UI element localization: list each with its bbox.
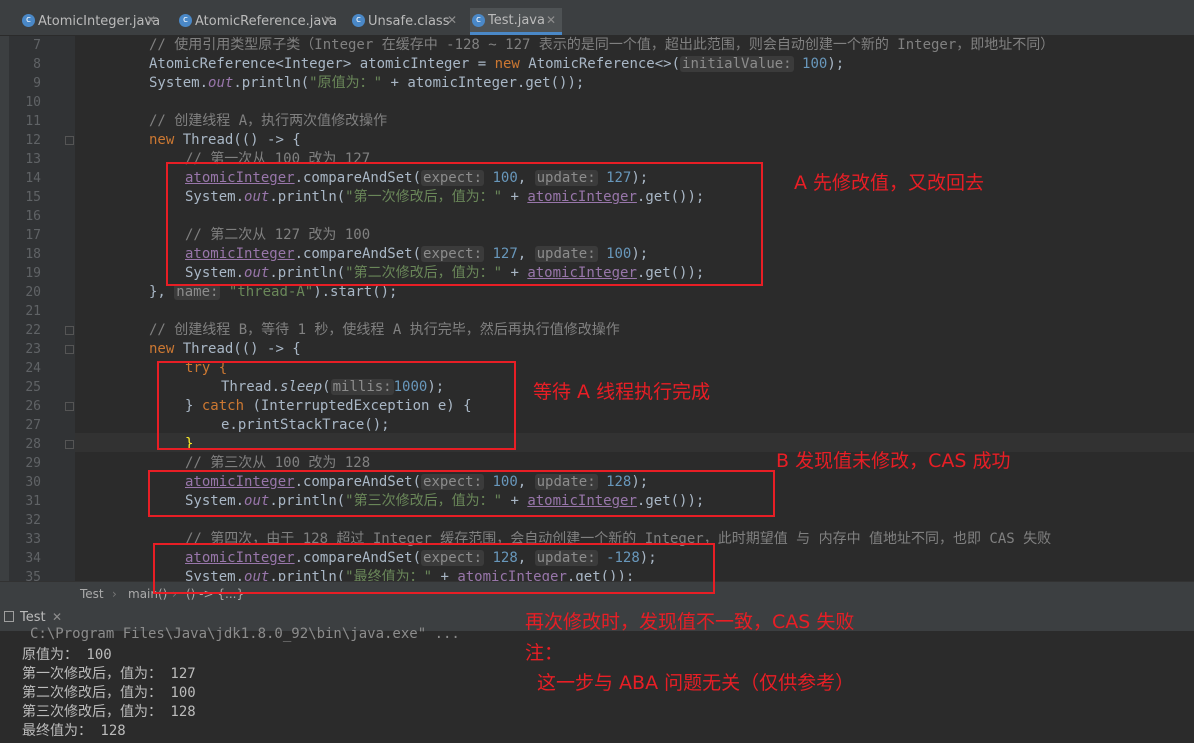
line-number: 27 xyxy=(25,418,41,433)
line-number: 7 xyxy=(33,38,41,53)
annotation-box-b xyxy=(148,470,775,517)
line-number-gutter: 7 8 9 10 11 12 13 14 15 16 17 18 19 20 2… xyxy=(9,36,75,585)
code-line-7: // 使用引用类型原子类（Integer 在缓存中 -128 ~ 127 表示的… xyxy=(149,37,1055,53)
close-icon[interactable]: ✕ xyxy=(447,13,457,27)
class-icon: c xyxy=(352,14,365,27)
console-icon xyxy=(4,611,14,622)
code-line-8: AtomicReference<Integer> atomicInteger =… xyxy=(149,56,845,72)
line-number: 29 xyxy=(25,456,41,471)
close-icon[interactable]: ✕ xyxy=(52,610,62,624)
console-line: 第二次修改后，值为： 100 xyxy=(22,685,196,701)
code-line-9: System.out.println("原值为：" + atomicIntege… xyxy=(149,75,585,91)
line-number: 31 xyxy=(25,494,41,509)
code-line-11: // 创建线程 A，执行两次值修改操作 xyxy=(149,113,388,129)
line-number: 12 xyxy=(25,133,41,148)
annotation-text-wait: 等待 A 线程执行完成 xyxy=(533,381,711,403)
tab-label: Unsafe.class xyxy=(368,14,450,29)
fold-marker[interactable] xyxy=(65,136,74,145)
line-number: 15 xyxy=(25,190,41,205)
class-icon: c xyxy=(179,14,192,27)
line-number: 17 xyxy=(25,228,41,243)
fold-marker[interactable] xyxy=(65,326,74,335)
annotation-box-wait xyxy=(157,361,516,450)
code-line-23: new Thread(() -> { xyxy=(149,341,301,357)
tab-unsafe[interactable]: c Unsafe.class ✕ xyxy=(350,8,463,35)
line-number: 30 xyxy=(25,475,41,490)
tab-label: AtomicInteger.java xyxy=(38,14,161,29)
close-icon[interactable]: ✕ xyxy=(323,13,333,27)
line-number: 18 xyxy=(25,247,41,262)
line-number: 16 xyxy=(25,209,41,224)
line-number: 24 xyxy=(25,361,41,376)
class-icon: c xyxy=(22,14,35,27)
fold-marker[interactable] xyxy=(65,402,74,411)
breadcrumb-separator: › xyxy=(112,587,117,601)
line-number: 20 xyxy=(25,285,41,300)
code-line-12: new Thread(() -> { xyxy=(149,132,301,148)
line-number: 26 xyxy=(25,399,41,414)
code-line-22: // 创建线程 B，等待 1 秒，使线程 A 执行完毕，然后再执行值修改操作 xyxy=(149,322,620,338)
tab-test[interactable]: c Test.java ✕ xyxy=(470,8,562,35)
breadcrumb-item[interactable]: Test xyxy=(80,587,104,601)
class-icon: c xyxy=(472,14,485,27)
close-icon[interactable]: ✕ xyxy=(146,13,156,27)
tab-atomicinteger[interactable]: c AtomicInteger.java ✕ xyxy=(20,8,162,35)
tab-atomicreference[interactable]: c AtomicReference.java ✕ xyxy=(177,8,339,35)
console-command-line: C:\Program Files\Java\jdk1.8.0_92\bin\ja… xyxy=(30,626,460,642)
console-line: 原值为： 100 xyxy=(22,647,112,663)
console-line: 最终值为： 128 xyxy=(22,723,126,739)
tab-label: AtomicReference.java xyxy=(195,14,337,29)
line-number: 32 xyxy=(25,513,41,528)
fold-marker[interactable] xyxy=(65,440,74,449)
project-tool-strip[interactable] xyxy=(0,36,9,581)
line-number: 28 xyxy=(25,437,41,452)
line-number: 21 xyxy=(25,304,41,319)
line-number: 10 xyxy=(25,95,41,110)
annotation-text-fail: 再次修改时，发现值不一致，CAS 失败 xyxy=(525,611,855,633)
annotation-text-note-detail: 这一步与 ABA 问题无关（仅供参考） xyxy=(537,672,855,694)
line-number: 14 xyxy=(25,171,41,186)
annotation-box-a xyxy=(166,162,763,286)
line-number: 34 xyxy=(25,551,41,566)
line-number: 33 xyxy=(25,532,41,547)
line-number: 22 xyxy=(25,323,41,338)
annotation-text-b: B 发现值未修改，CAS 成功 xyxy=(776,450,1011,472)
annotation-box-fail xyxy=(153,543,715,594)
editor-tab-bar: c AtomicInteger.java ✕ c AtomicReference… xyxy=(0,5,1194,36)
console-line: 第一次修改后，值为： 127 xyxy=(22,666,196,682)
line-number: 9 xyxy=(33,76,41,91)
fold-marker[interactable] xyxy=(65,345,74,354)
close-icon[interactable]: ✕ xyxy=(546,13,556,27)
line-number: 8 xyxy=(33,57,41,72)
run-tab-label[interactable]: Test xyxy=(20,610,46,625)
console-line: 第三次修改后，值为： 128 xyxy=(22,704,196,720)
annotation-text-note: 注： xyxy=(525,642,564,664)
tab-label: Test.java xyxy=(488,12,545,28)
line-number: 13 xyxy=(25,152,41,167)
line-number: 11 xyxy=(25,114,41,129)
annotation-text-a: A 先修改值，又改回去 xyxy=(794,172,985,194)
line-number: 19 xyxy=(25,266,41,281)
line-number: 23 xyxy=(25,342,41,357)
line-number: 25 xyxy=(25,380,41,395)
